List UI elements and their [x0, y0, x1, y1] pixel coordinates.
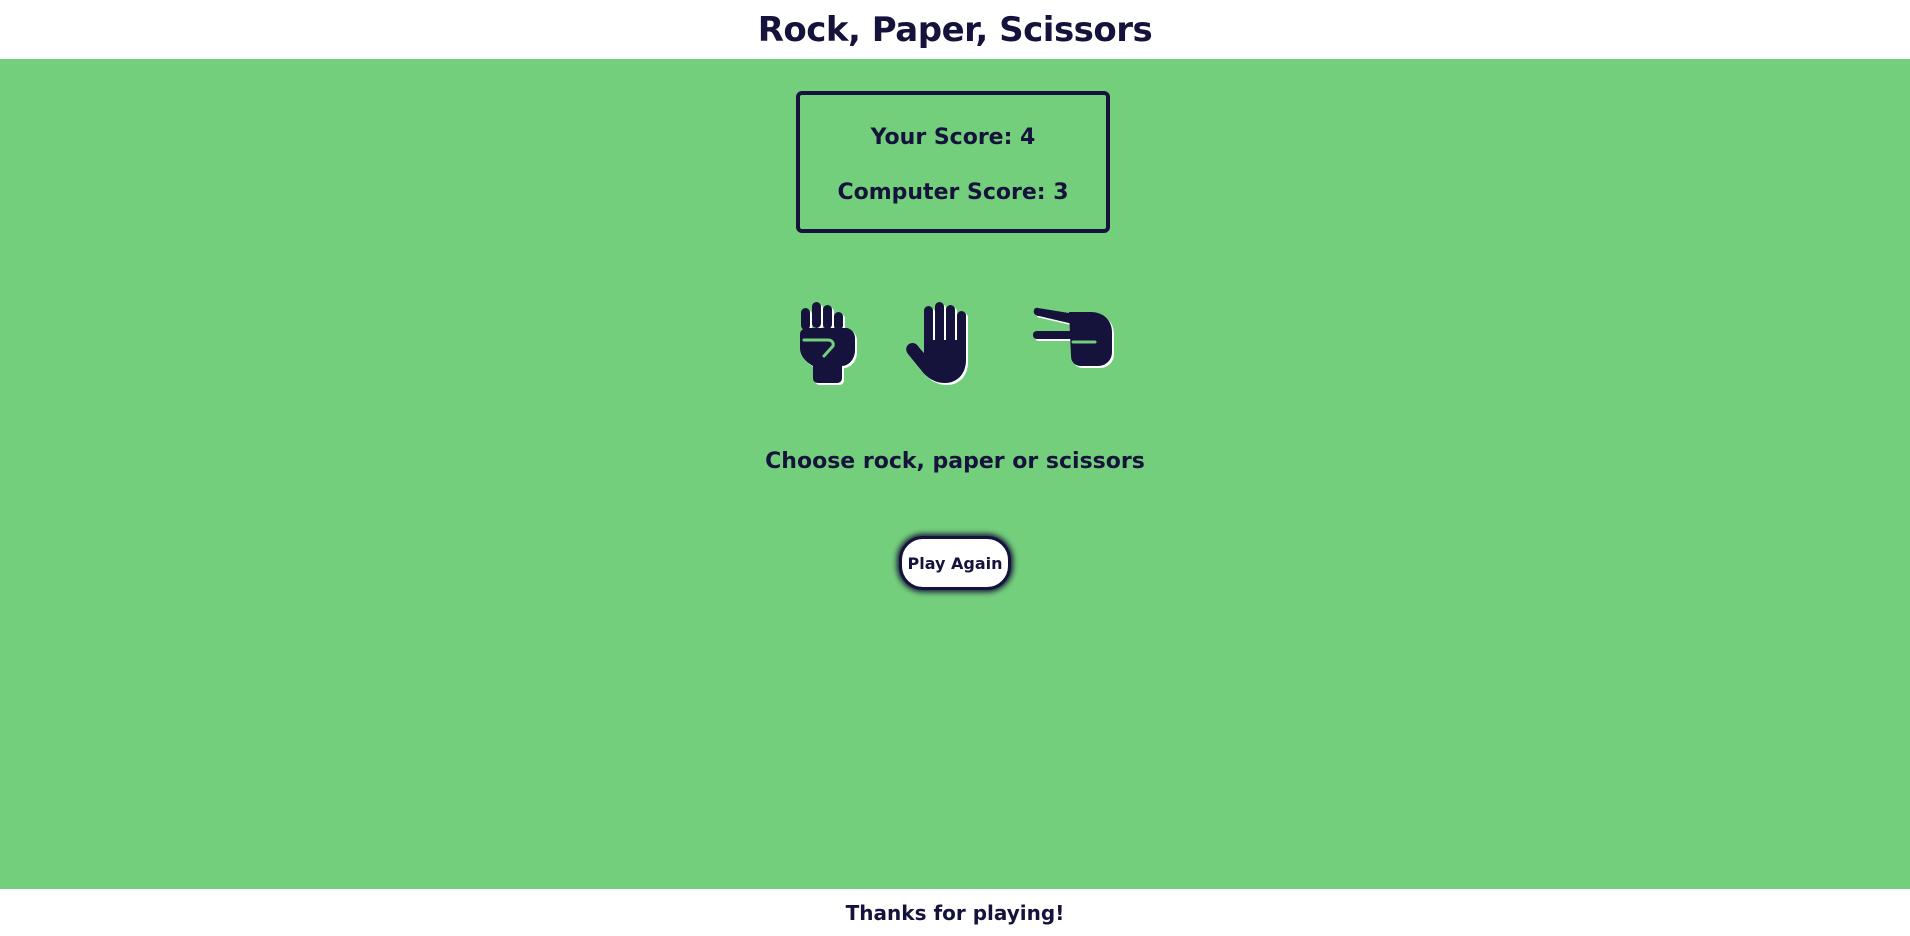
page-title: Rock, Paper, Scissors — [757, 9, 1153, 50]
page-footer: Thanks for playing! — [0, 889, 1910, 936]
scissors-button[interactable] — [1033, 302, 1113, 368]
page-header: Rock, Paper, Scissors — [0, 0, 1910, 59]
fist-icon — [800, 302, 855, 383]
computer-score: Computer Score: 3 — [837, 180, 1069, 205]
scoreboard: Your Score: 4 Computer Score: 3 — [796, 91, 1110, 233]
rock-button[interactable] — [798, 302, 860, 384]
game-area: Your Score: 4 Computer Score: 3 Choose r… — [0, 59, 1910, 889]
your-score: Your Score: 4 — [870, 125, 1036, 150]
footer-text: Thanks for playing! — [845, 900, 1065, 925]
paper-button[interactable] — [905, 302, 983, 384]
choice-prompt: Choose rock, paper or scissors — [765, 449, 1145, 474]
play-again-button[interactable]: Play Again — [899, 536, 1011, 590]
open-hand-icon — [906, 302, 966, 383]
peace-hand-icon — [1033, 307, 1112, 366]
